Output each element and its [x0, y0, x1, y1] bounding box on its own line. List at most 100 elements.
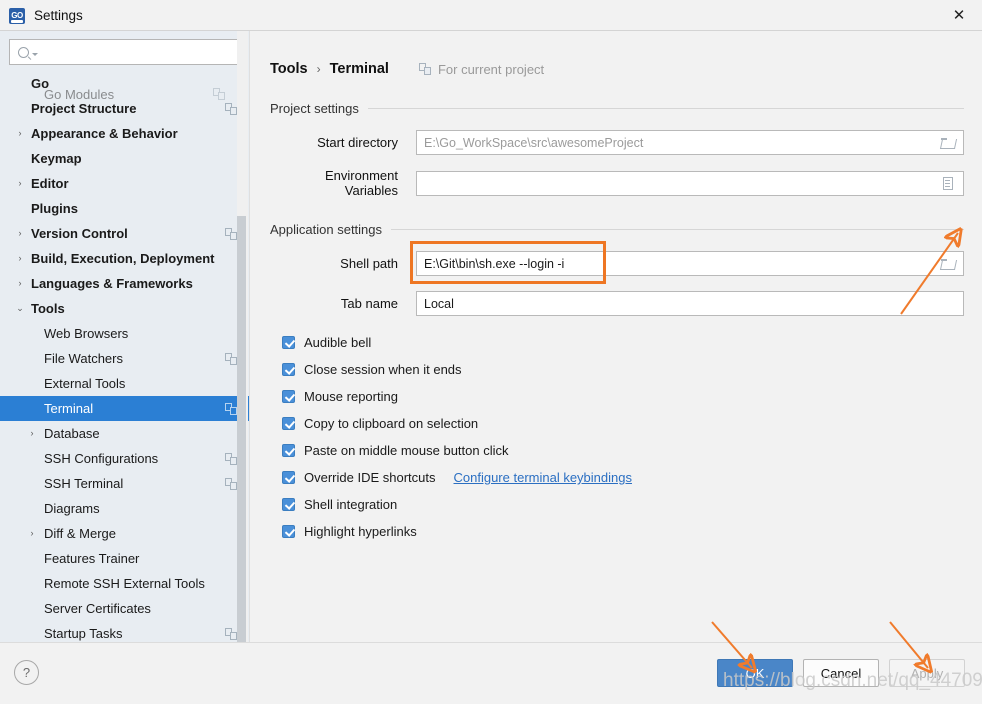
sidebar-item-ssh-terminal[interactable]: ›SSH Terminal	[0, 471, 249, 496]
breadcrumb-parent[interactable]: Tools	[270, 61, 308, 77]
folder-browse-icon[interactable]	[936, 131, 959, 154]
chevron-right-icon[interactable]: ›	[14, 254, 26, 263]
search-input[interactable]	[9, 39, 240, 65]
checkbox-shell-integration[interactable]	[282, 498, 295, 511]
checkbox-label: Copy to clipboard on selection	[304, 416, 479, 431]
settings-tree: ›Go›Project Structure›Appearance & Behav…	[0, 69, 249, 646]
sidebar-item-server-certificates[interactable]: ›Server Certificates	[0, 596, 249, 621]
shell-path-input[interactable]: E:\Git\bin\sh.exe --login -i	[416, 251, 964, 276]
dialog-buttons: OK Cancel Apply	[717, 659, 965, 687]
checkbox-row[interactable]: Paste on middle mouse button click	[282, 437, 964, 464]
chevron-right-icon[interactable]: ›	[14, 179, 26, 188]
configure-terminal-keybindings-link[interactable]: Configure terminal keybindings	[454, 470, 632, 485]
project-scope-icon	[225, 352, 237, 365]
sidebar-item-build-execution-deployment[interactable]: › Build, Execution, Deployment	[0, 246, 249, 271]
chevron-right-icon[interactable]: ›	[26, 529, 38, 538]
shell-path-value: E:\Git\bin\sh.exe --login -i	[424, 256, 565, 271]
sidebar-item-diagrams[interactable]: ›Diagrams	[0, 496, 249, 521]
sidebar-item-label: Diff & Merge	[44, 526, 117, 541]
sidebar-item-features-trainer[interactable]: ›Features Trainer	[0, 546, 249, 571]
sidebar-item-label: Terminal	[44, 401, 94, 416]
checkbox-highlight-hyperlinks[interactable]	[282, 525, 295, 538]
sidebar-item-editor[interactable]: › Editor	[0, 171, 249, 196]
dialog-body: ›Go›Project Structure›Appearance & Behav…	[0, 31, 982, 673]
sidebar-scrollbar-track[interactable]	[237, 31, 248, 673]
sidebar-item-appearance-behavior[interactable]: › Appearance & Behavior	[0, 121, 249, 146]
sidebar-item-languages-frameworks[interactable]: › Languages & Frameworks	[0, 271, 249, 296]
chevron-right-icon[interactable]: ›	[26, 429, 38, 438]
checkbox-audible-bell[interactable]	[282, 336, 295, 349]
sidebar-item-file-watchers[interactable]: ›File Watchers	[0, 346, 249, 371]
sidebar-item-keymap[interactable]: ›Keymap	[0, 146, 249, 171]
checkbox-override-ide-shortcuts[interactable]	[282, 471, 295, 484]
checkbox-row[interactable]: Highlight hyperlinks	[282, 518, 964, 545]
tab-name-label: Tab name	[340, 296, 398, 311]
sidebar-item-label: Editor	[31, 176, 69, 191]
help-button[interactable]: ?	[14, 660, 39, 685]
chevron-right-icon[interactable]: ›	[14, 129, 26, 138]
start-directory-input[interactable]: E:\Go_WorkSpace\src\awesomeProject	[416, 130, 964, 155]
checkbox-label: Highlight hyperlinks	[304, 524, 417, 539]
chevron-down-icon[interactable]: ⌄	[14, 304, 26, 313]
ok-button[interactable]: OK	[717, 659, 793, 687]
application-settings-header: Application settings	[270, 222, 964, 237]
sidebar-item-version-control[interactable]: › Version Control	[0, 221, 249, 246]
checkbox-row[interactable]: Audible bell	[282, 329, 964, 356]
search-wrapper	[0, 31, 249, 69]
sidebar-item-go-modules[interactable]: Go Modules	[0, 83, 249, 105]
sidebar-item-label: Web Browsers	[44, 326, 129, 341]
sidebar-item-plugins[interactable]: ›Plugins	[0, 196, 249, 221]
tab-name-input[interactable]: Local	[416, 291, 964, 316]
chevron-down-icon[interactable]	[32, 53, 38, 56]
project-scope-icon	[225, 452, 237, 465]
checkbox-row[interactable]: Copy to clipboard on selection	[282, 410, 964, 437]
sidebar-item-label: Keymap	[31, 151, 82, 166]
close-icon[interactable]: ✕	[936, 0, 982, 31]
checkbox-mouse-reporting[interactable]	[282, 390, 295, 403]
scope-note: For current project	[418, 62, 544, 77]
shell-path-label: Shell path	[340, 256, 398, 271]
checkbox-row[interactable]: Close session when it ends	[282, 356, 964, 383]
checkbox-label: Paste on middle mouse button click	[304, 443, 509, 458]
application-settings-title: Application settings	[270, 222, 383, 237]
sidebar-item-label: Remote SSH External Tools	[44, 576, 205, 591]
checkbox-label: Override IDE shortcuts	[304, 470, 436, 485]
sidebar-item-tools[interactable]: ⌄ Tools	[0, 296, 249, 321]
sidebar-item-label: File Watchers	[44, 351, 123, 366]
sidebar-item-ssh-configurations[interactable]: ›SSH Configurations	[0, 446, 249, 471]
breadcrumb-separator: ›	[316, 62, 321, 76]
sidebar-item-label: External Tools	[44, 376, 126, 391]
sidebar-item-remote-ssh-external-tools[interactable]: ›Remote SSH External Tools	[0, 571, 249, 596]
sidebar-item-web-browsers[interactable]: ›Web Browsers	[0, 321, 249, 346]
project-scope-icon	[418, 63, 431, 75]
sidebar-item-label: Diagrams	[44, 501, 100, 516]
checkbox-row[interactable]: Shell integration	[282, 491, 964, 518]
edit-list-icon[interactable]	[936, 172, 959, 195]
project-scope-icon	[225, 477, 237, 490]
checkbox-paste-on-middle-mouse-button-click[interactable]	[282, 444, 295, 457]
sidebar-item-diff-merge[interactable]: › Diff & Merge	[0, 521, 249, 546]
terminal-options-list: Audible bell Close session when it ends Mo…	[270, 329, 964, 545]
goland-go-icon: GO	[9, 7, 25, 24]
chevron-right-icon[interactable]: ›	[14, 229, 26, 238]
tab-name-value: Local	[424, 296, 454, 311]
sidebar-item-external-tools[interactable]: ›External Tools	[0, 371, 249, 396]
dialog-footer: ? OK Cancel Apply	[0, 642, 982, 704]
environment-variables-input[interactable]	[416, 170, 964, 196]
folder-browse-icon[interactable]	[936, 252, 959, 275]
checkbox-row[interactable]: Mouse reporting	[282, 383, 964, 410]
checkbox-close-session-when-it-ends[interactable]	[282, 363, 295, 376]
shell-path-row: Shell path E:\Git\bin\sh.exe --login -i	[270, 241, 964, 284]
chevron-right-icon[interactable]: ›	[14, 279, 26, 288]
sidebar-item-label: Appearance & Behavior	[31, 126, 178, 141]
sidebar-item-database[interactable]: › Database	[0, 421, 249, 446]
sidebar-scrollbar-thumb[interactable]	[237, 216, 246, 671]
sidebar-item-terminal[interactable]: ›Terminal	[0, 396, 249, 421]
checkbox-copy-to-clipboard-on-selection[interactable]	[282, 417, 295, 430]
search-icon	[18, 46, 29, 58]
checkbox-row[interactable]: Override IDE shortcuts Configure terminal…	[282, 464, 964, 491]
sidebar-item-label: SSH Terminal	[44, 476, 124, 491]
cancel-button[interactable]: Cancel	[803, 659, 879, 687]
checkbox-label: Shell integration	[304, 497, 398, 512]
settings-sidebar: ›Go›Project Structure›Appearance & Behav…	[0, 31, 250, 673]
